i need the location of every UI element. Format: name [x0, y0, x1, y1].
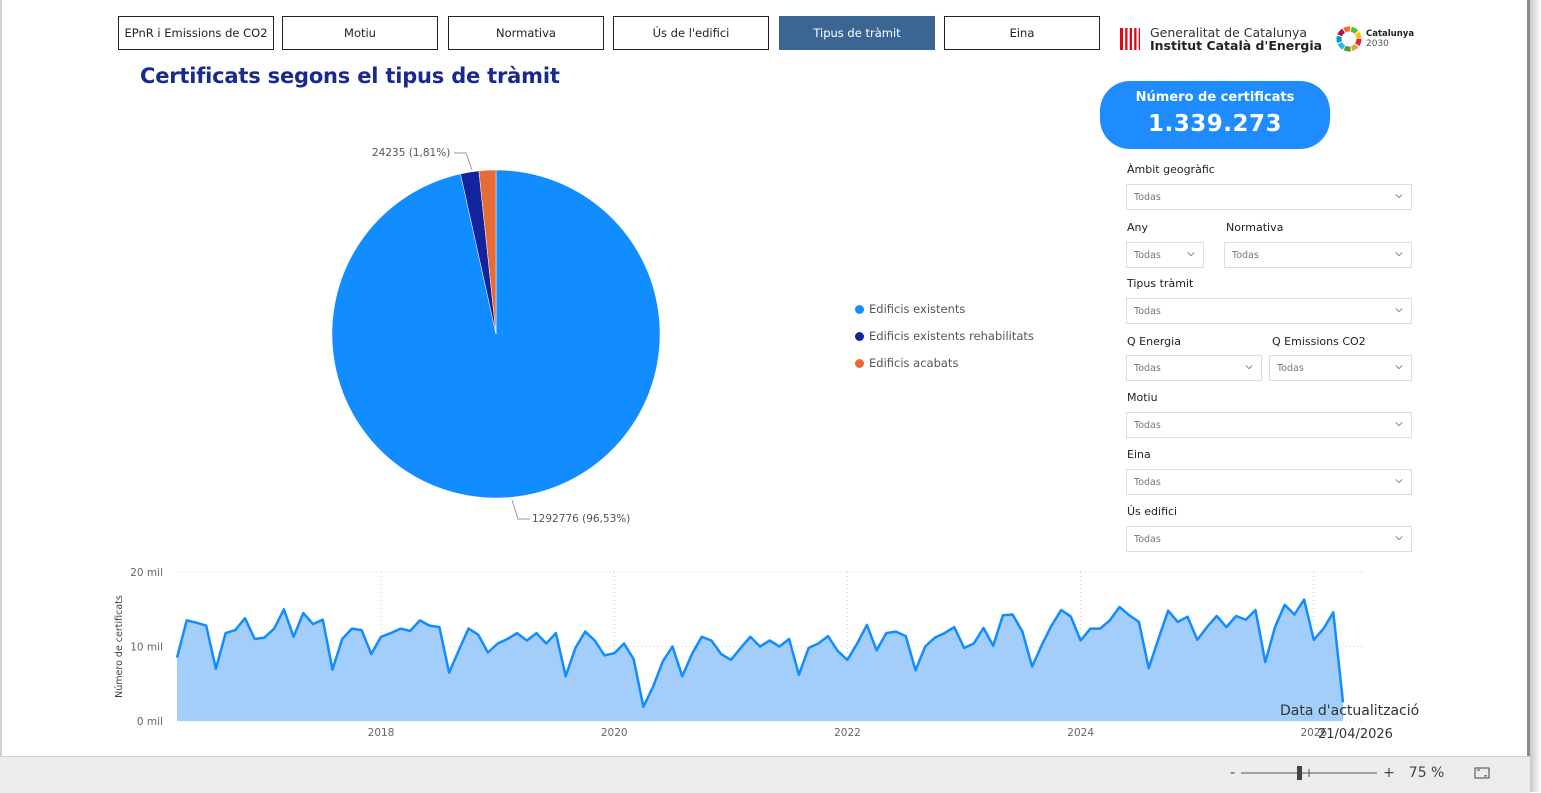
filter-label-tipus: Tipus tràmit — [1127, 277, 1194, 290]
y-tick-label: 20 mil — [130, 567, 163, 579]
y-axis-title: Número de certificats — [114, 595, 125, 698]
filter-normativa-select[interactable]: Todas — [1224, 242, 1412, 268]
zoom-slider-handle[interactable] — [1297, 766, 1303, 780]
area-series-fill — [177, 599, 1343, 721]
area-chart: 0 mil10 mil20 mil2018 2020 2022 2024 2026Núm… — [114, 567, 1363, 739]
fit-to-page-icon[interactable] — [1474, 766, 1490, 780]
tab-tipus-tramit[interactable]: Tipus de tràmit — [779, 16, 935, 50]
kpi-label: Número de certificats — [1135, 90, 1295, 105]
legend-dot-orange — [855, 358, 864, 368]
page-title: Certificats segons el tipus de tràmit — [140, 64, 560, 88]
update-label: Data d'actualització — [1280, 703, 1420, 719]
legend-item-acabats[interactable]: Edificis acabats — [855, 356, 958, 370]
pie-data-label-existents: 1292776 (96,53%) — [532, 513, 631, 525]
select-value: Todas — [1134, 305, 1161, 317]
filter-q-energia-select[interactable]: Todas — [1126, 355, 1262, 381]
filter-label-q-energia: Q Energia — [1127, 335, 1181, 348]
chevron-down-icon — [1395, 479, 1403, 484]
filter-label-eina: Eina — [1127, 448, 1151, 461]
tab-motiu[interactable]: Motiu — [282, 16, 438, 50]
chevron-down-icon — [1395, 422, 1403, 427]
chevron-down-icon — [1395, 194, 1403, 199]
select-value: Todas — [1134, 419, 1161, 431]
tab-normativa[interactable]: Normativa — [448, 16, 604, 50]
pie-leader-line-bottom — [511, 500, 530, 520]
chevron-down-icon — [1395, 252, 1403, 257]
select-value: Todas — [1134, 476, 1161, 488]
legend-label: Edificis existents rehabilitats — [869, 329, 1034, 343]
y-tick-label: 10 mil — [130, 642, 163, 654]
chevron-down-icon — [1395, 536, 1403, 541]
x-tick-label: 2022 — [834, 727, 861, 739]
filter-ambit-select[interactable]: Todas — [1126, 184, 1412, 210]
select-value: Todas — [1277, 362, 1304, 374]
legend-item-rehabilitats[interactable]: Edificis existents rehabilitats — [855, 329, 1034, 343]
legend-item-existents[interactable]: Edificis existents — [855, 302, 965, 316]
pie-chart — [331, 169, 661, 499]
zoom-out-button[interactable]: - — [1230, 765, 1235, 781]
zoom-level: 75 % — [1408, 765, 1445, 781]
filter-any-select[interactable]: Todas — [1126, 242, 1204, 268]
chevron-down-icon — [1245, 365, 1253, 370]
filter-tipus-select[interactable]: Todas — [1126, 298, 1412, 324]
zoom-slider[interactable] — [1239, 763, 1379, 783]
legend-dot-blue — [855, 304, 864, 314]
zoom-control: - + 75 % — [1230, 763, 1490, 783]
legend-dot-navy — [855, 331, 864, 341]
generalitat-emblem-icon — [1120, 28, 1140, 50]
filter-label-normativa: Normativa — [1226, 221, 1284, 234]
tab-us-edifici[interactable]: Ús de l'edifici — [613, 16, 769, 50]
catalunya-2030-name: Catalunya — [1366, 28, 1415, 39]
select-value: Todas — [1134, 362, 1161, 374]
pie-leader-line-top — [454, 152, 473, 171]
filter-motiu-select[interactable]: Todas — [1126, 412, 1412, 438]
filter-label-ambit: Àmbit geogràfic — [1127, 163, 1215, 176]
chevron-down-icon — [1395, 365, 1403, 370]
chevron-down-icon — [1395, 308, 1403, 313]
canvas-border-left — [0, 0, 2, 760]
pie-data-label-rehabilitats: 24235 (1,81%) — [372, 147, 451, 159]
select-value: Todas — [1134, 191, 1161, 203]
zoom-in-button[interactable]: + — [1383, 765, 1395, 781]
x-tick-label: 2020 — [601, 727, 628, 739]
filter-eina-select[interactable]: Todas — [1126, 469, 1412, 495]
tab-epnr-emissions[interactable]: EPnR i Emissions de CO2 — [118, 16, 274, 50]
generalitat-logo: Generalitat de Catalunya Institut Català… — [1118, 26, 1322, 52]
chevron-down-icon — [1187, 252, 1195, 257]
kpi-value: 1.339.273 — [1148, 111, 1282, 137]
icaen-name: Institut Català d'Energia — [1150, 38, 1323, 53]
catalunya-2030-year: 2030 — [1366, 38, 1389, 49]
select-value: Todas — [1134, 533, 1161, 545]
sdg-wheel-icon — [1336, 26, 1362, 52]
catalunya-2030-logo: Catalunya 2030 — [1336, 26, 1414, 52]
filter-label-any: Any — [1127, 221, 1149, 234]
filter-label-motiu: Motiu — [1127, 391, 1158, 404]
canvas-shadow — [1530, 0, 1541, 792]
legend-label: Edificis acabats — [869, 356, 959, 370]
filter-q-emissions-select[interactable]: Todas — [1269, 355, 1412, 381]
filter-label-us: Ús edifici — [1127, 505, 1178, 518]
tab-eina[interactable]: Eina — [944, 16, 1100, 50]
y-tick-label: 0 mil — [137, 716, 163, 728]
filter-label-q-emissions: Q Emissions CO2 — [1272, 335, 1366, 348]
kpi-card: Número de certificats 1.339.273 — [1100, 81, 1330, 149]
legend-label: Edificis existents — [869, 302, 966, 316]
filter-us-select[interactable]: Todas — [1126, 526, 1412, 552]
select-value: Todas — [1134, 249, 1161, 261]
x-tick-label: 2024 — [1067, 727, 1094, 739]
select-value: Todas — [1232, 249, 1259, 261]
x-tick-label: 2018 — [368, 727, 395, 739]
update-date: 21/04/2026 — [1318, 727, 1393, 742]
